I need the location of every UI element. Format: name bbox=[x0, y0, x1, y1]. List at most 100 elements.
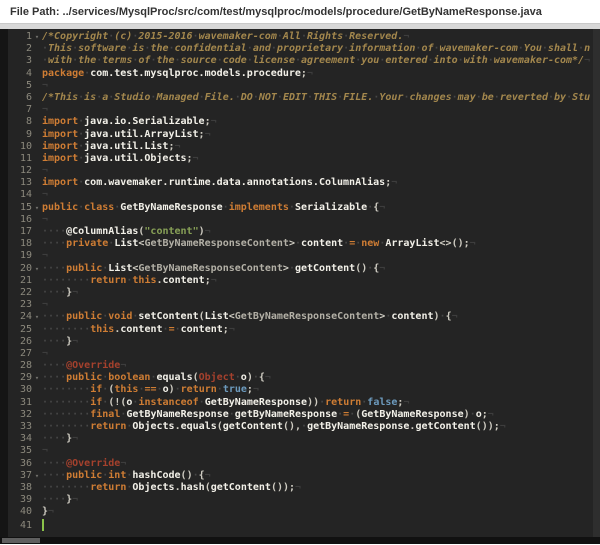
code-line[interactable]: 29▾····public·boolean·equals(Object·o)·{… bbox=[8, 372, 600, 384]
fold-arrow-icon[interactable]: ▾ bbox=[32, 202, 42, 214]
line-number: 4 bbox=[8, 68, 32, 80]
code-token: the bbox=[150, 43, 168, 54]
eol-marker: ¬ bbox=[379, 202, 385, 213]
code-token: and bbox=[253, 43, 271, 54]
eol-marker: ¬ bbox=[72, 336, 78, 347]
line-number: 2 bbox=[8, 43, 32, 55]
fold-arrow-icon[interactable]: ▾ bbox=[32, 470, 42, 482]
code-line[interactable]: 41 bbox=[8, 519, 600, 531]
eol-marker: ¬ bbox=[403, 397, 409, 408]
scrollbar-corner bbox=[2, 538, 40, 543]
code-line[interactable]: 37▾····public·int·hashCode()·{¬ bbox=[8, 470, 600, 482]
code-line[interactable]: 6/*This·is·a·Studio·Managed·File.·DO·NOT… bbox=[8, 92, 600, 104]
code-line[interactable]: 30········if·(this·==·o)·return·true;¬ bbox=[8, 384, 600, 396]
code-line[interactable]: 36····@Override¬ bbox=[8, 458, 600, 470]
code-line[interactable]: 23¬ bbox=[8, 299, 600, 311]
eol-marker: ¬ bbox=[265, 372, 271, 383]
line-number: 24 bbox=[8, 311, 32, 323]
code-line[interactable]: 38········return·Objects.hash(getContent… bbox=[8, 482, 600, 494]
eol-marker: ¬ bbox=[48, 506, 54, 517]
horizontal-scrollbar[interactable] bbox=[0, 537, 600, 544]
code-token: this bbox=[90, 324, 114, 335]
code-line[interactable]: 8import·java.io.Serializable;¬ bbox=[8, 116, 600, 128]
code-line[interactable]: 7¬ bbox=[8, 104, 600, 116]
code-line[interactable]: 3·with·the·terms·of·the·source·code·lice… bbox=[8, 55, 600, 67]
line-number: 9 bbox=[8, 129, 32, 141]
eol-marker: ¬ bbox=[42, 104, 48, 115]
gutter-edge-strip bbox=[0, 29, 8, 537]
code-token: com.test.mysqlproc.models.procedure bbox=[90, 68, 301, 79]
code-line[interactable]: 12¬ bbox=[8, 165, 600, 177]
code-line[interactable]: 10import·java.util.List;¬ bbox=[8, 141, 600, 153]
code-line[interactable]: 18····private·List<GetByNameResponseCont… bbox=[8, 238, 600, 250]
code-line[interactable]: 19¬ bbox=[8, 250, 600, 262]
line-number: 27 bbox=[8, 348, 32, 360]
code-line[interactable]: 17····@ColumnAlias("content")¬ bbox=[8, 226, 600, 238]
eol-marker: ¬ bbox=[205, 470, 211, 481]
code-line[interactable]: 14¬ bbox=[8, 189, 600, 201]
code-line[interactable]: 5¬ bbox=[8, 80, 600, 92]
code-line[interactable]: 31········if·(!(o·instanceof·GetByNameRe… bbox=[8, 397, 600, 409]
code-line[interactable]: 2·This·software·is·the·confidential·and·… bbox=[8, 43, 600, 55]
code-line[interactable]: 25········this.content·=·content;¬ bbox=[8, 324, 600, 336]
code-line[interactable]: 20▾····public·List<GetByNameResponseCont… bbox=[8, 263, 600, 275]
code-line[interactable]: 16¬ bbox=[8, 214, 600, 226]
code-area[interactable]: 1▾/*Copyright·(c)·2015-2016·wavemaker-co… bbox=[8, 31, 600, 531]
code-line[interactable]: 1▾/*Copyright·(c)·2015-2016·wavemaker-co… bbox=[8, 31, 600, 43]
code-line[interactable]: 24▾····public·void·setContent(List<GetBy… bbox=[8, 311, 600, 323]
code-token: final bbox=[90, 409, 120, 420]
code-token: NOT bbox=[259, 92, 277, 103]
code-token: import bbox=[42, 153, 78, 164]
eol-marker: ¬ bbox=[500, 421, 506, 432]
code-line[interactable]: 33········return·Objects.equals(getConte… bbox=[8, 421, 600, 433]
code-token: Rights bbox=[307, 31, 343, 42]
eol-marker: ¬ bbox=[72, 433, 78, 444]
code-line[interactable]: 32········final·GetByNameResponse·getByN… bbox=[8, 409, 600, 421]
code-token: com.wavemaker.runtime.data.annotations.C… bbox=[84, 177, 385, 188]
code-line[interactable]: 26····}¬ bbox=[8, 336, 600, 348]
line-number: 23 bbox=[8, 299, 32, 311]
fold-arrow-icon[interactable]: ▾ bbox=[32, 372, 42, 384]
fold-arrow-icon[interactable]: ▾ bbox=[32, 31, 42, 43]
code-token: return bbox=[90, 421, 126, 432]
eol-marker: ¬ bbox=[295, 482, 301, 493]
code-token: () bbox=[181, 470, 193, 481]
code-token: getByNameResponse bbox=[307, 421, 409, 432]
eol-marker: ¬ bbox=[211, 116, 217, 127]
code-line[interactable]: 35¬ bbox=[8, 445, 600, 457]
vertical-scrollbar[interactable] bbox=[593, 29, 600, 537]
code-token: import bbox=[42, 116, 78, 127]
line-number: 39 bbox=[8, 494, 32, 506]
code-token: the bbox=[156, 55, 174, 66]
code-line[interactable]: 11import·java.util.Objects;¬ bbox=[8, 153, 600, 165]
code-line[interactable]: 28····@Override¬ bbox=[8, 360, 600, 372]
fold-arrow-icon[interactable]: ▾ bbox=[32, 263, 42, 275]
code-token: information bbox=[349, 43, 415, 54]
code-line[interactable]: 4package·com.test.mysqlproc.models.proce… bbox=[8, 68, 600, 80]
code-line[interactable]: 39····}¬ bbox=[8, 494, 600, 506]
code-token: into bbox=[434, 55, 458, 66]
code-editor[interactable]: 1▾/*Copyright·(c)·2015-2016·wavemaker-co… bbox=[0, 29, 600, 544]
code-line[interactable]: 40}¬ bbox=[8, 506, 600, 518]
code-line[interactable]: 13import·com.wavemaker.runtime.data.anno… bbox=[8, 177, 600, 189]
eol-marker: ¬ bbox=[42, 189, 48, 200]
fold-arrow-icon[interactable]: ▾ bbox=[32, 311, 42, 323]
line-number: 20 bbox=[8, 263, 32, 275]
code-token: ()); bbox=[476, 421, 500, 432]
code-line[interactable]: 9import·java.util.ArrayList;¬ bbox=[8, 129, 600, 141]
code-line[interactable]: 27¬ bbox=[8, 348, 600, 360]
code-token: Studio bbox=[114, 92, 150, 103]
code-line[interactable]: 21········return·this.content;¬ bbox=[8, 275, 600, 287]
code-line[interactable]: 15▾public·class·GetByNameResponse·implem… bbox=[8, 202, 600, 214]
eol-marker: ¬ bbox=[307, 68, 313, 79]
file-path-bar: File Path: ../services/MysqlProc/src/com… bbox=[0, 0, 600, 24]
code-token: import bbox=[42, 141, 78, 152]
code-line[interactable]: 22····}¬ bbox=[8, 287, 600, 299]
code-token: software bbox=[78, 43, 126, 54]
code-token: hash bbox=[181, 482, 205, 493]
code-token: public bbox=[66, 311, 102, 322]
code-line[interactable]: 34····}¬ bbox=[8, 433, 600, 445]
line-number: 33 bbox=[8, 421, 32, 433]
code-token: public bbox=[66, 372, 102, 383]
code-token: ArrayList bbox=[385, 238, 439, 249]
